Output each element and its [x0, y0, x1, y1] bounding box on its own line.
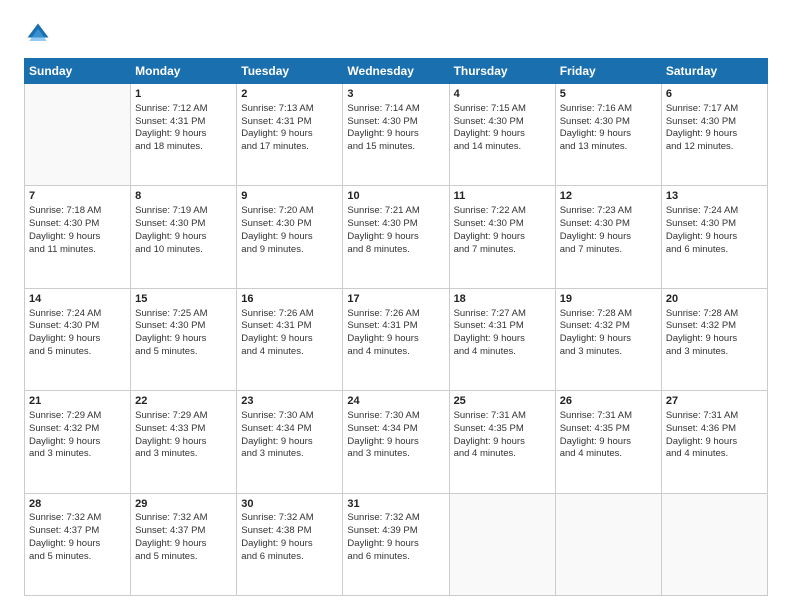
- calendar-cell: 6Sunrise: 7:17 AMSunset: 4:30 PMDaylight…: [661, 84, 767, 186]
- calendar-week-row: 1Sunrise: 7:12 AMSunset: 4:31 PMDaylight…: [25, 84, 768, 186]
- weekday-header: Monday: [131, 59, 237, 84]
- calendar-cell: 1Sunrise: 7:12 AMSunset: 4:31 PMDaylight…: [131, 84, 237, 186]
- calendar-cell: 23Sunrise: 7:30 AMSunset: 4:34 PMDayligh…: [237, 391, 343, 493]
- calendar-week-row: 28Sunrise: 7:32 AMSunset: 4:37 PMDayligh…: [25, 493, 768, 595]
- calendar-cell: 24Sunrise: 7:30 AMSunset: 4:34 PMDayligh…: [343, 391, 449, 493]
- day-number: 27: [666, 394, 763, 409]
- page: SundayMondayTuesdayWednesdayThursdayFrid…: [0, 0, 792, 612]
- calendar-cell: 29Sunrise: 7:32 AMSunset: 4:37 PMDayligh…: [131, 493, 237, 595]
- calendar-table: SundayMondayTuesdayWednesdayThursdayFrid…: [24, 58, 768, 596]
- calendar-cell: 15Sunrise: 7:25 AMSunset: 4:30 PMDayligh…: [131, 288, 237, 390]
- day-number: 11: [454, 189, 551, 204]
- calendar-cell: 14Sunrise: 7:24 AMSunset: 4:30 PMDayligh…: [25, 288, 131, 390]
- calendar-cell: 30Sunrise: 7:32 AMSunset: 4:38 PMDayligh…: [237, 493, 343, 595]
- calendar-cell: 28Sunrise: 7:32 AMSunset: 4:37 PMDayligh…: [25, 493, 131, 595]
- calendar-cell: 5Sunrise: 7:16 AMSunset: 4:30 PMDaylight…: [555, 84, 661, 186]
- calendar-cell: 26Sunrise: 7:31 AMSunset: 4:35 PMDayligh…: [555, 391, 661, 493]
- calendar-cell: 10Sunrise: 7:21 AMSunset: 4:30 PMDayligh…: [343, 186, 449, 288]
- calendar-cell: 16Sunrise: 7:26 AMSunset: 4:31 PMDayligh…: [237, 288, 343, 390]
- logo: [24, 20, 56, 48]
- calendar-cell: 27Sunrise: 7:31 AMSunset: 4:36 PMDayligh…: [661, 391, 767, 493]
- day-number: 1: [135, 87, 232, 102]
- day-number: 29: [135, 497, 232, 512]
- header: [24, 20, 768, 48]
- logo-icon: [24, 20, 52, 48]
- calendar-cell: 2Sunrise: 7:13 AMSunset: 4:31 PMDaylight…: [237, 84, 343, 186]
- calendar-header-row: SundayMondayTuesdayWednesdayThursdayFrid…: [25, 59, 768, 84]
- calendar-cell: [555, 493, 661, 595]
- day-number: 10: [347, 189, 444, 204]
- calendar-cell: 21Sunrise: 7:29 AMSunset: 4:32 PMDayligh…: [25, 391, 131, 493]
- day-number: 25: [454, 394, 551, 409]
- calendar-cell: [661, 493, 767, 595]
- day-number: 23: [241, 394, 338, 409]
- day-number: 22: [135, 394, 232, 409]
- day-number: 21: [29, 394, 126, 409]
- day-number: 3: [347, 87, 444, 102]
- day-number: 26: [560, 394, 657, 409]
- calendar-week-row: 14Sunrise: 7:24 AMSunset: 4:30 PMDayligh…: [25, 288, 768, 390]
- day-number: 14: [29, 292, 126, 307]
- calendar-cell: [449, 493, 555, 595]
- weekday-header: Sunday: [25, 59, 131, 84]
- calendar-cell: 11Sunrise: 7:22 AMSunset: 4:30 PMDayligh…: [449, 186, 555, 288]
- calendar-cell: 12Sunrise: 7:23 AMSunset: 4:30 PMDayligh…: [555, 186, 661, 288]
- calendar-cell: 20Sunrise: 7:28 AMSunset: 4:32 PMDayligh…: [661, 288, 767, 390]
- day-number: 30: [241, 497, 338, 512]
- calendar-cell: 4Sunrise: 7:15 AMSunset: 4:30 PMDaylight…: [449, 84, 555, 186]
- calendar-cell: [25, 84, 131, 186]
- day-number: 2: [241, 87, 338, 102]
- day-number: 12: [560, 189, 657, 204]
- day-number: 15: [135, 292, 232, 307]
- day-number: 20: [666, 292, 763, 307]
- day-number: 24: [347, 394, 444, 409]
- day-number: 13: [666, 189, 763, 204]
- calendar-cell: 7Sunrise: 7:18 AMSunset: 4:30 PMDaylight…: [25, 186, 131, 288]
- day-number: 9: [241, 189, 338, 204]
- day-number: 19: [560, 292, 657, 307]
- calendar-cell: 17Sunrise: 7:26 AMSunset: 4:31 PMDayligh…: [343, 288, 449, 390]
- calendar-week-row: 7Sunrise: 7:18 AMSunset: 4:30 PMDaylight…: [25, 186, 768, 288]
- weekday-header: Thursday: [449, 59, 555, 84]
- day-number: 17: [347, 292, 444, 307]
- day-number: 18: [454, 292, 551, 307]
- calendar-cell: 9Sunrise: 7:20 AMSunset: 4:30 PMDaylight…: [237, 186, 343, 288]
- calendar-cell: 3Sunrise: 7:14 AMSunset: 4:30 PMDaylight…: [343, 84, 449, 186]
- day-number: 16: [241, 292, 338, 307]
- calendar-cell: 25Sunrise: 7:31 AMSunset: 4:35 PMDayligh…: [449, 391, 555, 493]
- day-number: 4: [454, 87, 551, 102]
- weekday-header: Tuesday: [237, 59, 343, 84]
- weekday-header: Saturday: [661, 59, 767, 84]
- day-number: 7: [29, 189, 126, 204]
- weekday-header: Wednesday: [343, 59, 449, 84]
- calendar-week-row: 21Sunrise: 7:29 AMSunset: 4:32 PMDayligh…: [25, 391, 768, 493]
- calendar-cell: 31Sunrise: 7:32 AMSunset: 4:39 PMDayligh…: [343, 493, 449, 595]
- calendar-cell: 22Sunrise: 7:29 AMSunset: 4:33 PMDayligh…: [131, 391, 237, 493]
- calendar-cell: 13Sunrise: 7:24 AMSunset: 4:30 PMDayligh…: [661, 186, 767, 288]
- calendar-cell: 8Sunrise: 7:19 AMSunset: 4:30 PMDaylight…: [131, 186, 237, 288]
- day-number: 28: [29, 497, 126, 512]
- weekday-header: Friday: [555, 59, 661, 84]
- day-number: 5: [560, 87, 657, 102]
- calendar-cell: 19Sunrise: 7:28 AMSunset: 4:32 PMDayligh…: [555, 288, 661, 390]
- day-number: 6: [666, 87, 763, 102]
- day-number: 31: [347, 497, 444, 512]
- day-number: 8: [135, 189, 232, 204]
- calendar-cell: 18Sunrise: 7:27 AMSunset: 4:31 PMDayligh…: [449, 288, 555, 390]
